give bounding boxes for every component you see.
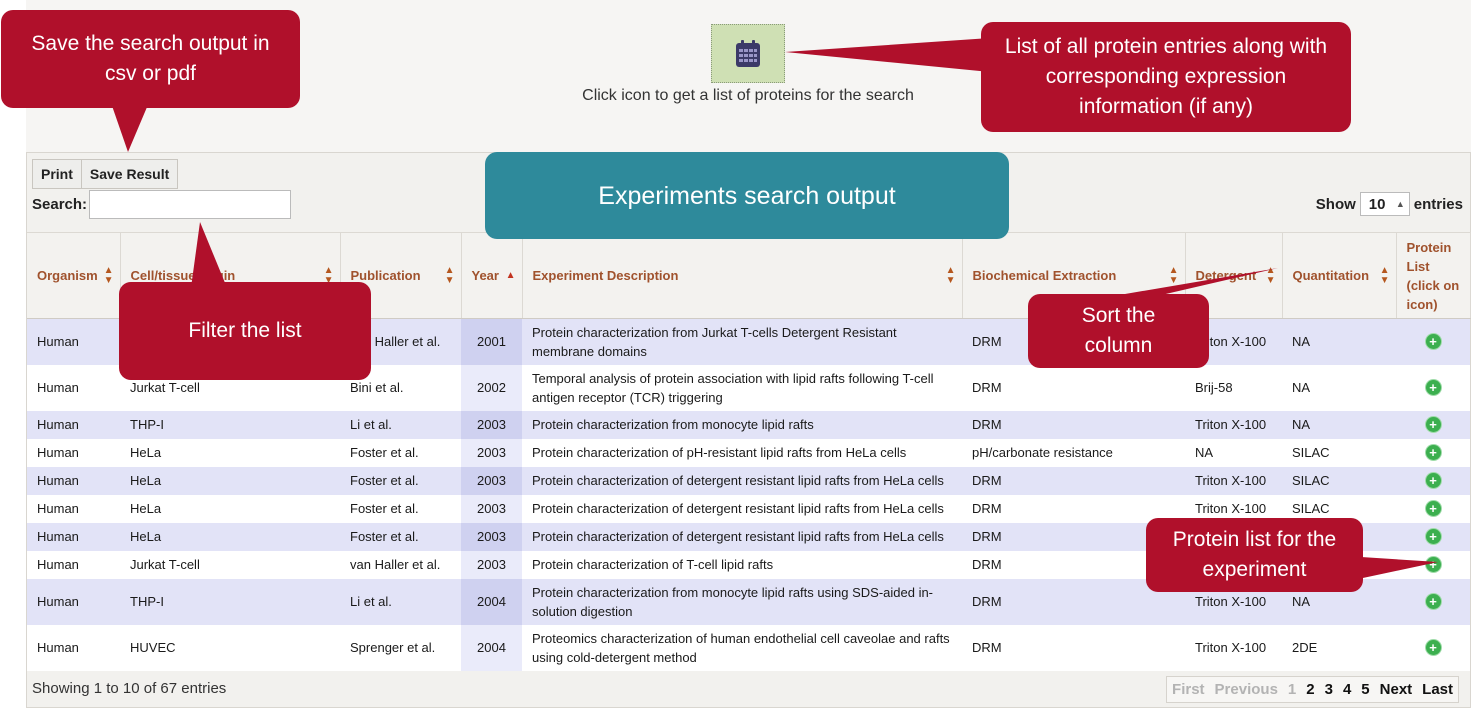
callout-protein-list: List of all protein entries along with c… [981, 22, 1351, 132]
callout-save-output: Save the search output in csv or pdf [1, 10, 300, 108]
callout-protein-list-experiment: Protein list for the experiment [1146, 518, 1363, 592]
callout-sort: Sort the column [1028, 294, 1209, 368]
callout-filter: Filter the list [119, 282, 371, 380]
callout-title: Experiments search output [485, 152, 1009, 239]
